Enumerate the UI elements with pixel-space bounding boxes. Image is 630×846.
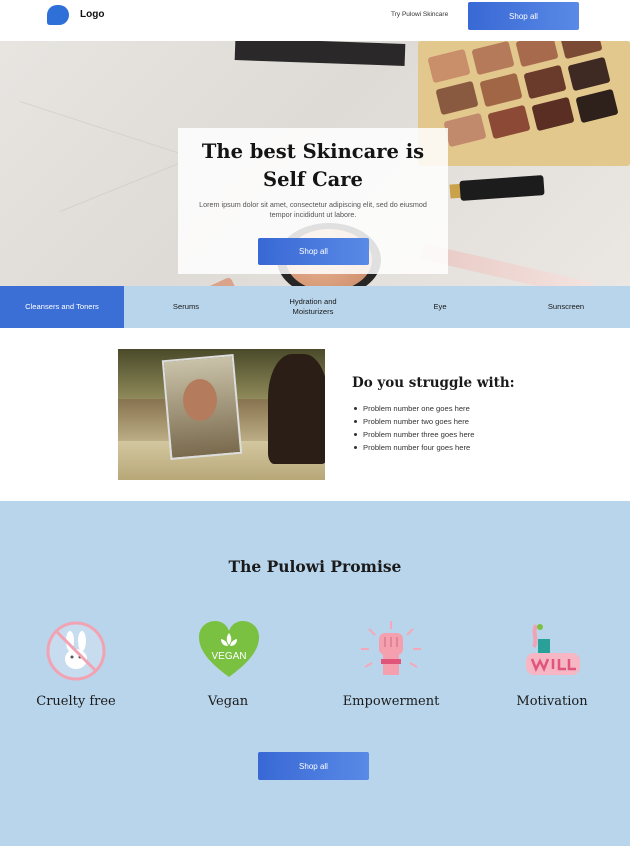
logo-icon[interactable] bbox=[47, 5, 69, 25]
promise-label-cruelty-free: Cruelty free bbox=[36, 694, 116, 709]
category-tabs: Cleansers and Toners Serums Hydration an… bbox=[0, 286, 630, 328]
vegan-heart-icon: VEGAN bbox=[199, 621, 259, 677]
promise-title: The Pulowi Promise bbox=[228, 557, 402, 576]
promise-label-empowerment: Empowerment bbox=[342, 694, 440, 709]
tab-sunscreen[interactable]: Sunscreen bbox=[502, 286, 630, 328]
eyeshadow-palette-image bbox=[418, 41, 630, 166]
hero-card: The best Skincare is Self Care Lorem ips… bbox=[178, 128, 448, 274]
motivation-sticker-icon bbox=[526, 624, 580, 675]
hero-shop-all-button[interactable]: Shop all bbox=[258, 238, 369, 265]
promise-shop-all-button[interactable]: Shop all bbox=[258, 752, 369, 780]
promise-section: The Pulowi Promise Cruelty free VEGAN Ve… bbox=[0, 501, 630, 846]
bottle-image bbox=[202, 276, 248, 286]
bunny-crossed-icon bbox=[46, 621, 106, 681]
try-pulowi-link[interactable]: Try Pulowi Skincare bbox=[391, 11, 448, 18]
tab-hydration-and-moisturizers[interactable]: Hydration and Moisturizers bbox=[248, 286, 378, 328]
tab-eye[interactable]: Eye bbox=[378, 286, 502, 328]
header-shop-all-button[interactable]: Shop all bbox=[468, 2, 579, 30]
problem-item: Problem number three goes here bbox=[352, 428, 474, 441]
tab-cleansers-and-toners[interactable]: Cleansers and Toners bbox=[0, 286, 124, 328]
hero-subtitle: Lorem ipsum dolor sit amet, consectetur … bbox=[199, 200, 427, 219]
hero-title: The best Skincare is Self Care bbox=[201, 140, 425, 191]
promise-label-motivation: Motivation bbox=[516, 694, 588, 709]
vegan-badge-text: VEGAN bbox=[211, 651, 246, 662]
product-box-image bbox=[234, 41, 406, 66]
hero-banner: The best Skincare is Self Care Lorem ips… bbox=[0, 41, 630, 286]
struggle-title: Do you struggle with: bbox=[352, 375, 515, 391]
mascara-image bbox=[459, 175, 545, 201]
woman-mirror-photo bbox=[118, 349, 325, 480]
tab-serums[interactable]: Serums bbox=[124, 286, 248, 328]
problem-item: Problem number one goes here bbox=[352, 402, 474, 415]
logo-label[interactable]: Logo bbox=[80, 9, 104, 20]
raised-fist-icon bbox=[361, 621, 421, 675]
problem-item: Problem number four goes here bbox=[352, 441, 474, 454]
problem-item: Problem number two goes here bbox=[352, 415, 474, 428]
problem-list: Problem number one goes here Problem num… bbox=[352, 402, 474, 454]
site-header: Logo Try Pulowi Skincare Shop all bbox=[0, 0, 630, 41]
promise-label-vegan: Vegan bbox=[207, 694, 249, 709]
